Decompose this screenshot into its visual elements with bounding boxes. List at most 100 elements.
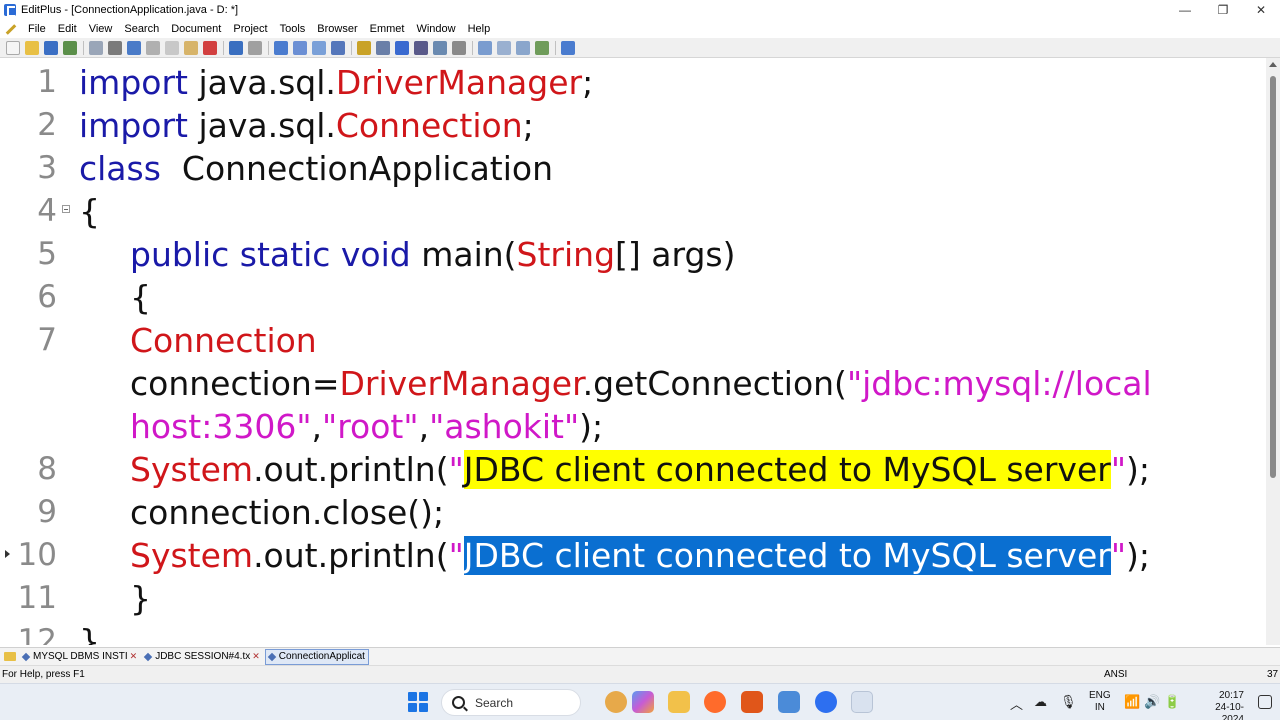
line-number: 5	[37, 236, 57, 272]
new-file-icon[interactable]	[6, 40, 20, 55]
language-indicator[interactable]: ENG IN	[1089, 690, 1111, 720]
word-wrap-icon[interactable]	[395, 40, 409, 55]
paste-icon[interactable]	[184, 40, 198, 55]
minimize-button[interactable]: —	[1166, 0, 1204, 20]
delete-icon[interactable]	[203, 40, 217, 55]
help-icon[interactable]	[561, 40, 575, 55]
ruler-icon[interactable]	[433, 40, 447, 55]
menu-file[interactable]: File	[22, 20, 52, 38]
doc-tab-jdbc-session[interactable]: JDBC SESSION#4.tx ✕	[142, 649, 263, 665]
copilot-icon[interactable]	[632, 691, 654, 713]
code-line: 1 import java.sql.DriverManager;	[0, 61, 1266, 104]
code-line: 4 {	[0, 190, 1266, 233]
print-preview-icon[interactable]	[89, 40, 103, 55]
sublime-text-icon[interactable]	[741, 691, 763, 713]
menu-view[interactable]: View	[83, 20, 119, 38]
class-name: DriverManager	[335, 63, 583, 102]
notification-icon[interactable]	[1258, 695, 1272, 709]
print-icon[interactable]	[108, 40, 122, 55]
class-name: DriverManager	[339, 364, 583, 403]
undo-icon[interactable]	[229, 40, 243, 55]
directory-window-icon[interactable]	[478, 40, 492, 55]
open-folder-icon[interactable]	[25, 40, 39, 55]
status-help-text: For Help, press F1	[2, 669, 85, 680]
code-editor[interactable]: 1 import java.sql.DriverManager; 2 impor…	[0, 58, 1266, 645]
font-icon[interactable]	[357, 40, 371, 55]
menu-tools[interactable]: Tools	[274, 20, 312, 38]
doc-tab-connection-application[interactable]: ConnectionApplicat	[264, 648, 369, 665]
document-icon	[267, 652, 277, 661]
menu-project[interactable]: Project	[227, 20, 273, 38]
status-encoding[interactable]: ANSI	[1104, 669, 1127, 680]
save-icon[interactable]	[44, 40, 58, 55]
quote: "	[448, 536, 464, 575]
windows-start-icon[interactable]	[408, 692, 428, 712]
show-hidden-icons-chevron-icon[interactable]: ︿	[1010, 694, 1023, 720]
doc-tab-mysql-dbms[interactable]: MYSQL DBMS INSTI ✕	[20, 649, 140, 665]
line-number: 2	[37, 107, 57, 143]
redo-icon[interactable]	[248, 40, 262, 55]
scrollbar-thumb[interactable]	[1270, 76, 1276, 478]
save-all-icon[interactable]	[63, 40, 77, 55]
method-name: main(	[410, 235, 517, 274]
close-button[interactable]: ✕	[1242, 0, 1280, 20]
menu-search[interactable]: Search	[118, 20, 165, 38]
goto-line-icon[interactable]	[331, 40, 345, 55]
firefox-icon[interactable]	[704, 691, 726, 713]
toolbar-separator	[555, 40, 556, 55]
code-text: }	[130, 579, 151, 618]
hex-viewer-icon[interactable]	[376, 40, 390, 55]
output-window-icon[interactable]	[516, 40, 530, 55]
volume-icon[interactable]: 🔊	[1144, 694, 1160, 720]
scroll-up-arrow-icon[interactable]	[1269, 62, 1277, 67]
selected-text[interactable]: JDBC client connected to MySQL server	[463, 536, 1111, 575]
method-call: .out.println(	[253, 450, 449, 489]
method-call: .out.println(	[253, 536, 449, 575]
toolbar-separator	[223, 40, 224, 55]
wifi-icon[interactable]: 📶	[1124, 694, 1140, 720]
menu-browser[interactable]: Browser	[311, 20, 363, 38]
menu-help[interactable]: Help	[462, 20, 497, 38]
folder-icon[interactable]	[4, 652, 16, 661]
find-icon[interactable]	[274, 40, 288, 55]
find-in-files-icon[interactable]	[312, 40, 326, 55]
widgets-icon[interactable]	[605, 691, 627, 713]
copy-icon[interactable]	[165, 40, 179, 55]
browser-preview-icon[interactable]	[535, 40, 549, 55]
taskbar-search-box[interactable]: Search	[441, 689, 581, 716]
code-line: 2 import java.sql.Connection;	[0, 104, 1266, 147]
maximize-button[interactable]: ❐	[1204, 0, 1242, 20]
menu-emmet[interactable]: Emmet	[364, 20, 411, 38]
toolbar-separator	[268, 40, 269, 55]
cliptext-window-icon[interactable]	[497, 40, 511, 55]
code-text: System.out.println("JDBC client connecte…	[130, 534, 1150, 577]
onedrive-cloud-icon[interactable]: ☁	[1034, 694, 1047, 720]
menu-edit[interactable]: Edit	[52, 20, 83, 38]
variable-assign: connection=	[130, 364, 340, 403]
fold-toggle-icon[interactable]	[62, 205, 70, 213]
tab-close-icon[interactable]: ✕	[130, 651, 138, 662]
settings-gear-icon[interactable]	[452, 40, 466, 55]
line-number: 9	[37, 494, 57, 530]
system-clock[interactable]: 20:17 24-10-2024	[1208, 690, 1244, 720]
class-name: System	[130, 450, 254, 489]
code-line: 8 System.out.println("JDBC client connec…	[0, 448, 1266, 491]
vertical-scrollbar[interactable]	[1266, 58, 1280, 645]
class-name: System	[130, 536, 254, 575]
spell-check-icon[interactable]	[127, 40, 141, 55]
editplus-taskbar-icon[interactable]	[851, 691, 873, 713]
cut-icon[interactable]	[146, 40, 160, 55]
python-icon[interactable]	[778, 691, 800, 713]
menu-window[interactable]: Window	[410, 20, 461, 38]
battery-icon[interactable]: 🔋	[1164, 694, 1180, 720]
code-text: {	[130, 278, 151, 317]
params: [] args)	[615, 235, 736, 274]
code-line: 3 class ConnectionApplication	[0, 147, 1266, 190]
replace-icon[interactable]	[293, 40, 307, 55]
microphone-icon[interactable]: 🎙	[1060, 694, 1077, 720]
menu-document[interactable]: Document	[165, 20, 227, 38]
zoom-icon[interactable]	[815, 691, 837, 713]
line-numbers-icon[interactable]	[414, 40, 428, 55]
tab-close-icon[interactable]: ✕	[252, 651, 260, 662]
file-explorer-icon[interactable]	[668, 691, 690, 713]
